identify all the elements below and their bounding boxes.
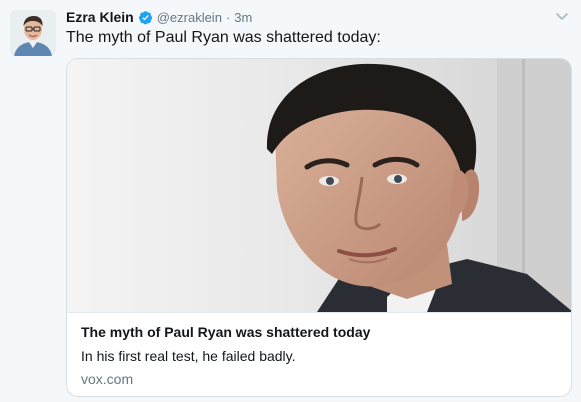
timestamp[interactable]: 3m <box>234 10 252 25</box>
author-handle[interactable]: @ezraklein <box>157 10 222 25</box>
tweet[interactable]: Ezra Klein @ezraklein · 3m The myth of P… <box>0 0 581 402</box>
verified-badge-icon <box>138 10 152 24</box>
tweet-text: The myth of Paul Ryan was shattered toda… <box>66 29 381 46</box>
card-body[interactable]: The myth of Paul Ryan was shattered toda… <box>67 312 571 396</box>
card-title: The myth of Paul Ryan was shattered toda… <box>81 324 371 340</box>
tweet-header: Ezra Klein @ezraklein · 3m <box>66 8 541 26</box>
link-card[interactable]: The myth of Paul Ryan was shattered toda… <box>66 58 572 397</box>
card-image[interactable] <box>67 59 572 312</box>
avatar[interactable] <box>10 10 56 56</box>
card-domain: vox.com <box>81 371 134 387</box>
author-name[interactable]: Ezra Klein <box>66 9 134 25</box>
chevron-down-icon[interactable] <box>555 9 569 23</box>
separator-dot: · <box>225 9 231 25</box>
avatar-image <box>10 10 56 56</box>
card-description: In his first real test, he failed badly. <box>81 348 296 364</box>
